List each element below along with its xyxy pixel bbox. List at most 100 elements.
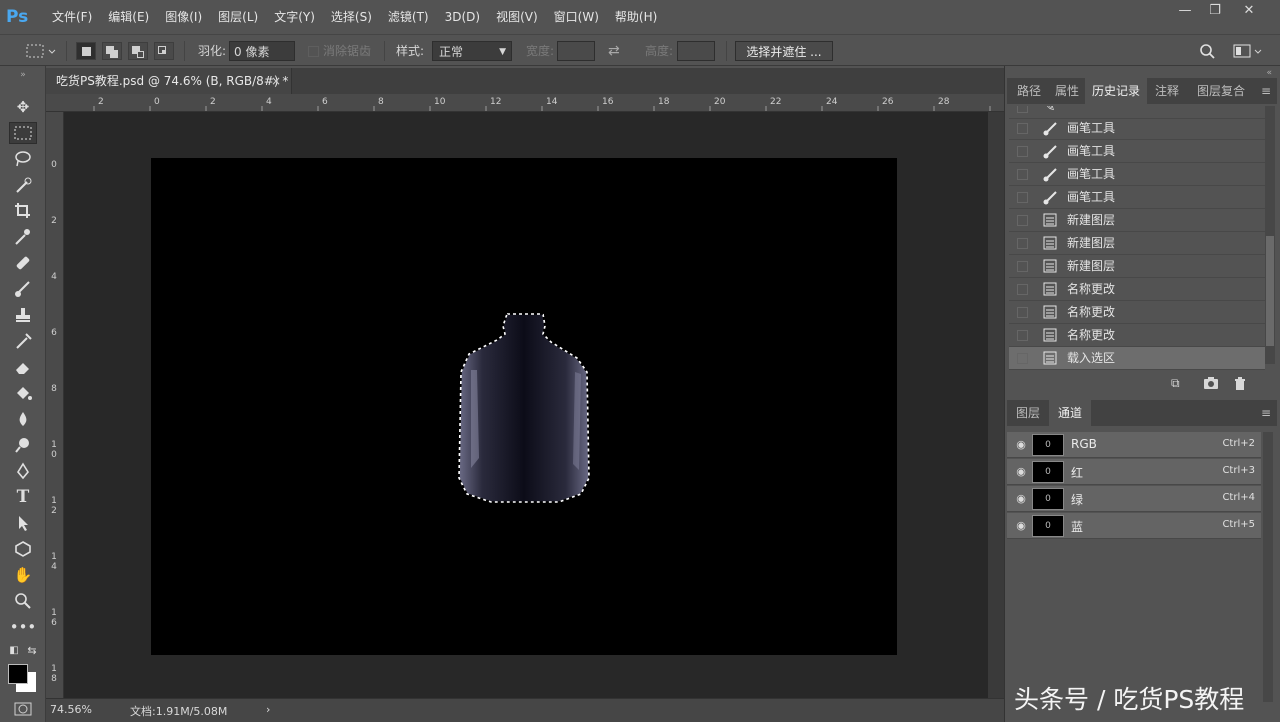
document-canvas[interactable] [151,158,897,655]
dodge-tool-icon[interactable] [9,434,37,456]
tab-notes[interactable]: 注释 [1147,78,1187,104]
paint-bucket-tool-icon[interactable] [9,382,37,404]
clone-stamp-tool-icon[interactable] [9,304,37,326]
path-selection-tool-icon[interactable] [9,512,37,534]
width-input[interactable] [557,41,595,61]
scrollbar-thumb[interactable] [1266,236,1274,346]
shape-tool-icon[interactable] [9,538,37,560]
minimize-button[interactable]: — [1170,0,1200,22]
foreground-color-swatch[interactable] [8,664,28,684]
subtract-selection-button[interactable] [128,42,148,60]
history-brush-tool-icon[interactable] [9,330,37,352]
history-checkbox[interactable] [1017,192,1028,203]
history-item[interactable]: 名称更改 [1009,301,1265,324]
history-checkbox[interactable] [1017,261,1028,272]
history-checkbox[interactable] [1017,238,1028,249]
crop-tool-icon[interactable] [9,200,37,222]
menu-filter[interactable]: 滤镜(T) [380,8,437,26]
channels-scrollbar[interactable] [1263,432,1273,702]
move-tool-icon[interactable]: ✥ [9,96,37,118]
close-tab-icon[interactable]: × [271,68,281,94]
menu-window[interactable]: 窗口(W) [546,8,607,26]
history-checkbox[interactable] [1017,146,1028,157]
more-tools-icon[interactable]: ••• [9,616,37,638]
history-item[interactable]: 画笔工具 [1009,163,1265,186]
select-and-mask-button[interactable]: 选择并遮住 ... [735,41,833,61]
eye-icon[interactable]: ◉ [1013,437,1029,453]
collapse-panels-icon[interactable]: « [1266,68,1272,78]
vertical-scrollbar[interactable] [988,112,1004,698]
style-select[interactable]: 正常 ▼ [432,41,512,61]
zoom-level[interactable]: 74.56% [50,703,92,716]
history-item[interactable]: 画笔工具 [1009,117,1265,140]
rect-marquee-tool-icon[interactable] [9,122,37,144]
history-checkbox[interactable] [1017,106,1028,113]
antialias-checkbox[interactable] [308,41,322,61]
type-tool-icon[interactable]: T [9,486,37,508]
blur-tool-icon[interactable] [9,408,37,430]
lasso-tool-icon[interactable] [9,148,37,170]
menu-image[interactable]: 图像(I) [157,8,210,26]
history-item[interactable]: 名称更改 [1009,324,1265,347]
menu-type[interactable]: 文字(Y) [266,8,323,26]
history-scrollbar[interactable] [1265,106,1275,364]
delete-state-icon[interactable] [1233,376,1253,392]
menu-select[interactable]: 选择(S) [323,8,380,26]
pasteboard[interactable] [64,112,988,698]
add-selection-button[interactable] [102,42,122,60]
eye-icon[interactable]: ◉ [1013,491,1029,507]
height-input[interactable] [677,41,715,61]
history-checkbox[interactable] [1017,284,1028,295]
hand-tool-icon[interactable]: ✋ [9,564,37,586]
document-tab[interactable]: 吃货PS教程.psd @ 74.6% (B, RGB/8#) * × [46,68,292,94]
history-checkbox[interactable] [1017,169,1028,180]
menu-layer[interactable]: 图层(L) [210,8,266,26]
eraser-tool-icon[interactable] [9,356,37,378]
new-selection-button[interactable] [76,42,96,60]
eye-icon[interactable]: ◉ [1013,464,1029,480]
zoom-tool-icon[interactable] [9,590,37,612]
status-menu-arrow[interactable]: › [266,703,270,716]
brush-tool-icon[interactable] [9,278,37,300]
history-item[interactable]: 画笔工具 [1009,140,1265,163]
history-item[interactable]: 名称更改 [1009,278,1265,301]
history-item[interactable]: 新建图层 [1009,209,1265,232]
marquee-preset-picker[interactable] [24,41,60,61]
eyedropper-tool-icon[interactable] [9,226,37,248]
tab-channels[interactable]: 通道 [1049,400,1091,426]
menu-view[interactable]: 视图(V) [488,8,546,26]
intersect-selection-button[interactable] [154,42,174,60]
quick-selection-tool-icon[interactable] [9,174,37,196]
history-checkbox[interactable] [1017,353,1028,364]
history-checkbox[interactable] [1017,330,1028,341]
restore-button[interactable]: ❐ [1200,0,1230,22]
tab-layers[interactable]: 图层 [1009,400,1047,426]
new-document-from-state-icon[interactable]: ⧉ [1171,376,1191,392]
healing-brush-tool-icon[interactable] [9,252,37,274]
quick-mask-icon[interactable] [9,698,37,720]
tab-paths[interactable]: 路径 [1009,78,1049,104]
menu-help[interactable]: 帮助(H) [607,8,665,26]
channel-row-green[interactable]: ◉ 0 绿 Ctrl+4 [1007,486,1261,512]
history-item[interactable]: 画笔工具 [1009,186,1265,209]
channel-row-rgb[interactable]: ◉ 0 RGB Ctrl+2 [1007,432,1261,458]
workspace-switcher-icon[interactable] [1232,41,1266,61]
panel-menu-icon[interactable]: ≡ [1257,400,1275,426]
channel-row-blue[interactable]: ◉ 0 蓝 Ctrl+5 [1007,513,1261,539]
menu-file[interactable]: 文件(F) [44,8,100,26]
swap-width-height-icon[interactable]: ⇄ [608,41,628,61]
history-checkbox[interactable] [1017,123,1028,134]
history-checkbox[interactable] [1017,307,1028,318]
channel-row-red[interactable]: ◉ 0 红 Ctrl+3 [1007,459,1261,485]
swap-colors-icon[interactable]: ⇆ [24,644,40,658]
tab-layer-comps[interactable]: 图层复合 [1187,78,1255,104]
collapse-toolbar-icon[interactable]: » [9,70,37,80]
default-colors-icon[interactable]: ◧ [6,644,22,658]
search-icon[interactable] [1198,41,1218,61]
snapshot-camera-icon[interactable] [1203,376,1223,392]
history-item[interactable]: 新建图层 [1009,232,1265,255]
menu-edit[interactable]: 编辑(E) [100,8,157,26]
feather-input[interactable]: 0 像素 [229,41,295,61]
pen-tool-icon[interactable] [9,460,37,482]
close-window-button[interactable]: ✕ [1234,0,1264,22]
